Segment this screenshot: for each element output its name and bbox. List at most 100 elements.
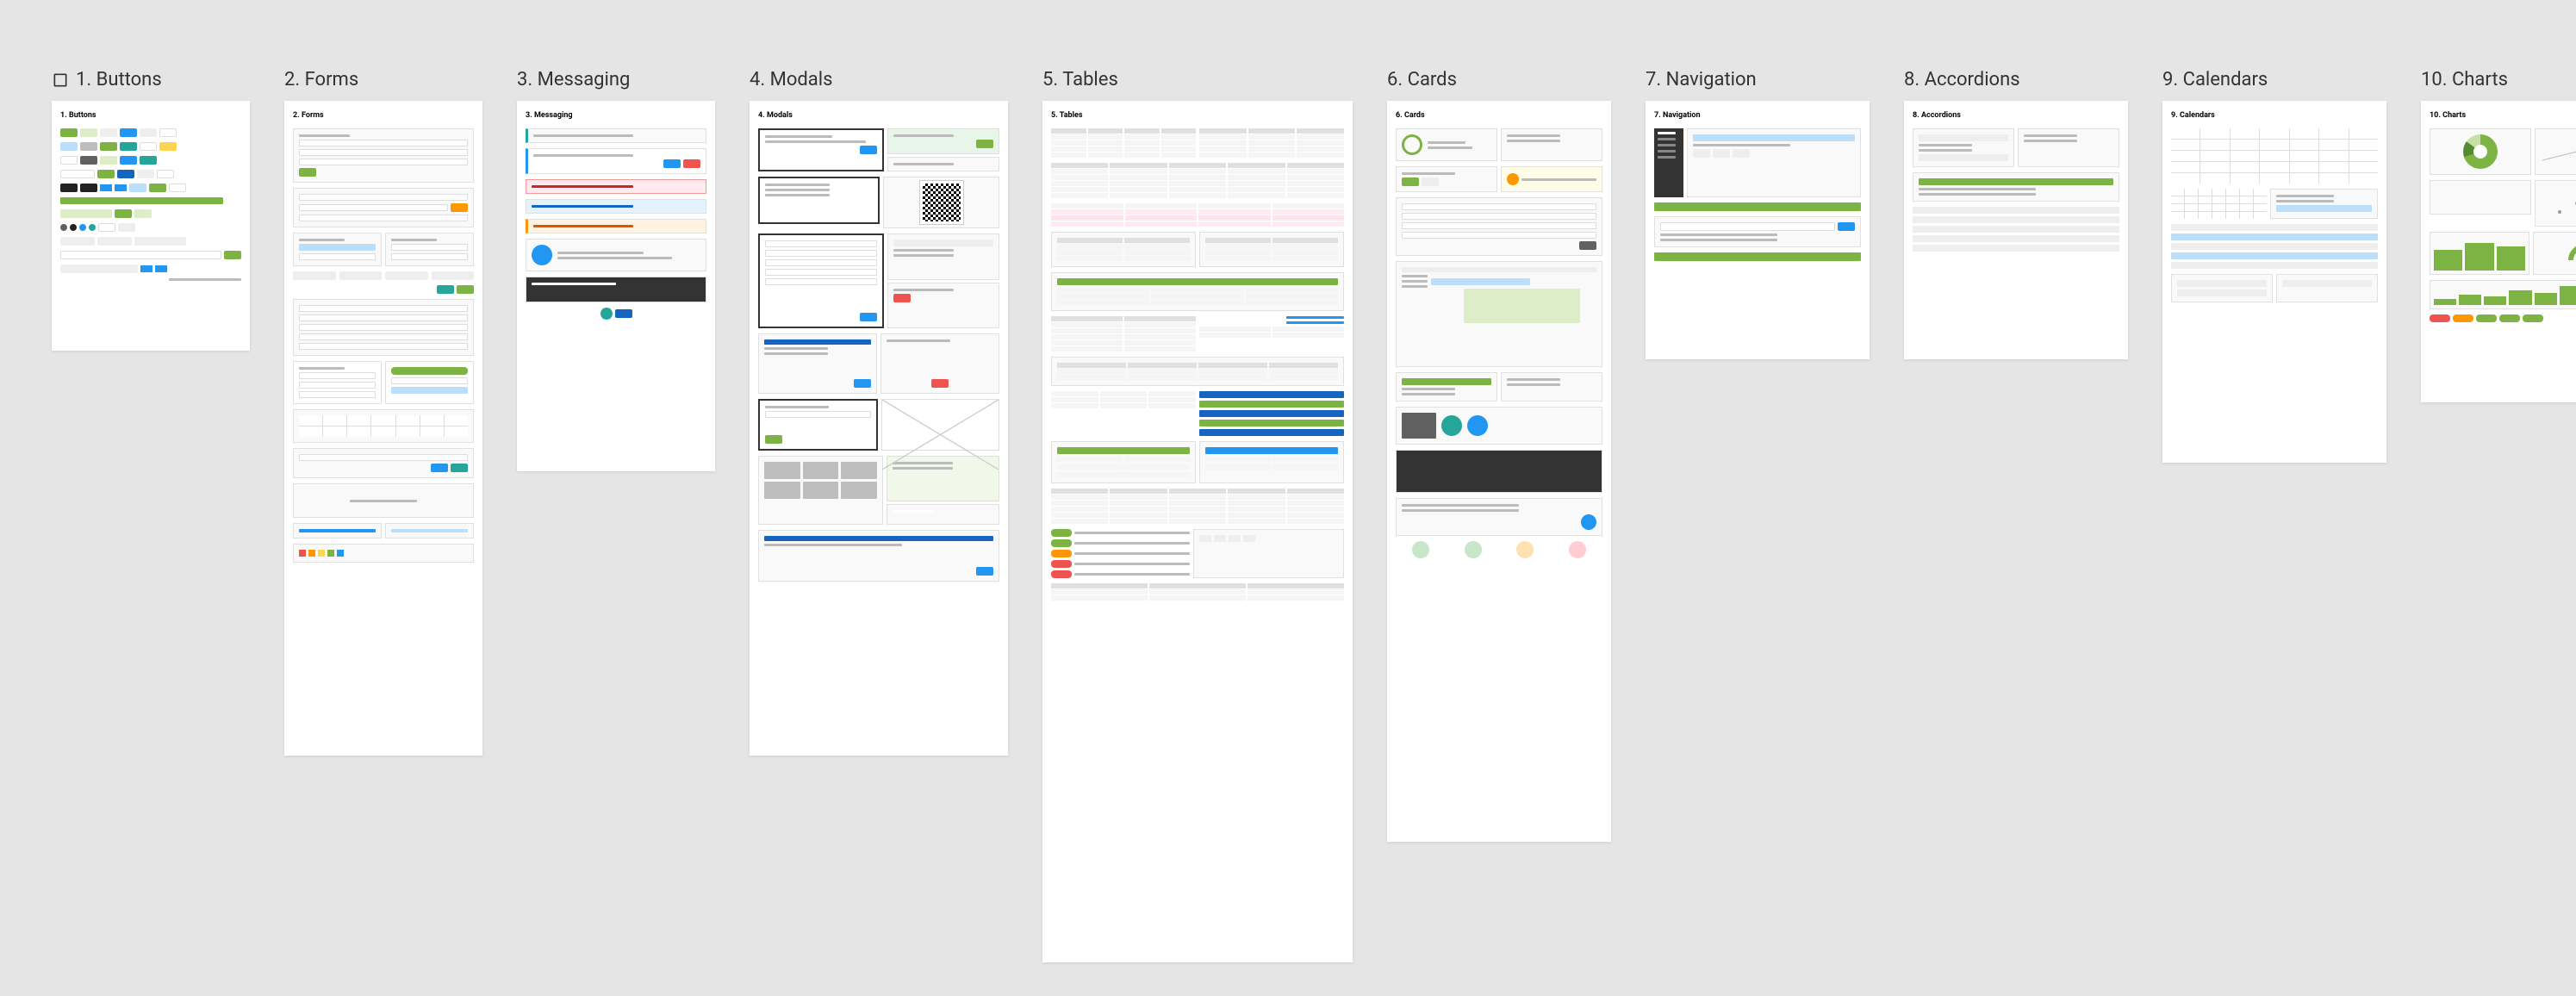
form-group (293, 361, 382, 404)
frame-label[interactable]: 8. Accordions (1904, 69, 2128, 90)
form-panel (293, 188, 474, 227)
section-title: 7. Navigation (1654, 111, 1861, 120)
scatter-chart (2535, 180, 2576, 227)
artboard-cards[interactable]: 6. Cards (1387, 101, 1611, 842)
artboard-buttons[interactable]: 1. Buttons (52, 101, 250, 351)
table-example (1051, 583, 1344, 601)
nav-item (1658, 138, 1676, 140)
frame-label-text: 4. Modals (750, 69, 832, 90)
form-group (385, 361, 474, 404)
status-circle (1465, 541, 1482, 558)
frame-forms[interactable]: 2. Forms 2. Forms (284, 69, 482, 756)
input-example (299, 391, 376, 398)
frame-tables[interactable]: 5. Tables 5. Tables (1042, 69, 1353, 962)
input-example (1402, 232, 1596, 239)
button-example (60, 142, 78, 151)
artboard-accordions[interactable]: 8. Accordions (1904, 101, 2128, 359)
artboard-messaging[interactable]: 3. Messaging (517, 101, 715, 471)
button-example (159, 128, 177, 137)
button-example (140, 142, 157, 151)
action-button (451, 203, 468, 212)
input-example (299, 215, 468, 221)
section-title: 2. Forms (293, 111, 474, 120)
modal-action (976, 140, 993, 148)
alert-warning (526, 219, 706, 233)
frame-label[interactable]: 5. Tables (1042, 69, 1353, 90)
artboard-forms[interactable]: 2. Forms (284, 101, 482, 756)
frame-messaging[interactable]: 3. Messaging 3. Messaging (517, 69, 715, 471)
artboard-tables[interactable]: 5. Tables (1042, 101, 1353, 962)
swatch (308, 550, 315, 557)
status-chip (1051, 539, 1072, 547)
swatch (327, 550, 334, 557)
button-row (60, 237, 241, 246)
frame-label[interactable]: 3. Messaging (517, 69, 715, 90)
bar (2459, 295, 2481, 305)
select-example (293, 271, 336, 280)
submit-button (299, 168, 316, 177)
modal-body (764, 352, 828, 355)
donut-icon (2463, 134, 2498, 169)
frame-navigation[interactable]: 7. Navigation 7. Navigation (1646, 69, 1870, 359)
frame-accordions[interactable]: 8. Accordions 8. Accordions (1904, 69, 2128, 359)
frame-label[interactable]: 4. Modals (750, 69, 1008, 90)
frame-cards[interactable]: 6. Cards 6. Cards (1387, 69, 1611, 842)
logo-badge (615, 309, 632, 318)
frame-label[interactable]: 9. Calendars (2162, 69, 2386, 90)
card-avatar (1396, 128, 1497, 161)
alert-text (532, 185, 633, 188)
form-panel (293, 409, 474, 443)
bar (2484, 296, 2506, 305)
modal-action (765, 435, 782, 444)
table-example (1051, 357, 1344, 386)
input-example (1402, 203, 1596, 210)
artboard-modals[interactable]: 4. Modals (750, 101, 1008, 756)
link-example (1286, 316, 1344, 319)
frame-buttons[interactable]: 1. Buttons 1. Buttons (52, 69, 250, 351)
input-example (765, 278, 877, 285)
form-split (293, 233, 474, 266)
alert-text (532, 205, 633, 208)
card-form (1396, 197, 1602, 256)
artboard-calendars[interactable]: 9. Calendars (2162, 101, 2386, 463)
table-blue (1051, 391, 1196, 436)
bar (2509, 290, 2531, 305)
thumbnail (764, 462, 800, 479)
input-example (299, 253, 376, 260)
input-example (299, 244, 376, 251)
swatch (299, 550, 306, 557)
schedule-rows (2171, 224, 2378, 269)
frame-charts[interactable]: 10. Charts 10. Charts (2421, 69, 2576, 402)
nav-text (1660, 233, 1777, 236)
accordion-green (1913, 172, 2119, 202)
accordion-example (2018, 128, 2119, 167)
input-example (299, 159, 468, 165)
frame-calendars[interactable]: 9. Calendars 9. Calendars (2162, 69, 2386, 463)
artboard-charts[interactable]: 10. Charts (2421, 101, 2576, 402)
frame-label[interactable]: 7. Navigation (1646, 69, 1870, 90)
card-text (1402, 388, 1455, 390)
frame-label[interactable]: 1. Buttons (52, 69, 250, 90)
placeholder-block (293, 483, 474, 518)
design-canvas[interactable]: 1. Buttons 1. Buttons (0, 0, 2576, 996)
button-example (80, 184, 97, 192)
modal-header-bar (764, 536, 993, 541)
modal-body (893, 249, 954, 252)
nav-text (1693, 144, 1790, 146)
nav-panel (1654, 216, 1861, 247)
input-example (765, 250, 877, 257)
frame-label[interactable]: 10. Charts (2421, 69, 2576, 90)
card-dark (1396, 450, 1602, 493)
modal-action (931, 379, 949, 388)
input-example (765, 240, 877, 247)
button-example (100, 156, 117, 165)
frame-label[interactable]: 6. Cards (1387, 69, 1611, 90)
frame-modals[interactable]: 4. Modals 4. Modals (750, 69, 1008, 756)
frame-label[interactable]: 2. Forms (284, 69, 482, 90)
message-text (557, 257, 672, 259)
nav-item (1658, 144, 1676, 146)
artboard-navigation[interactable]: 7. Navigation (1646, 101, 1870, 359)
accordion-header (1919, 178, 2113, 185)
button-example (140, 128, 157, 137)
text-example (169, 278, 241, 281)
